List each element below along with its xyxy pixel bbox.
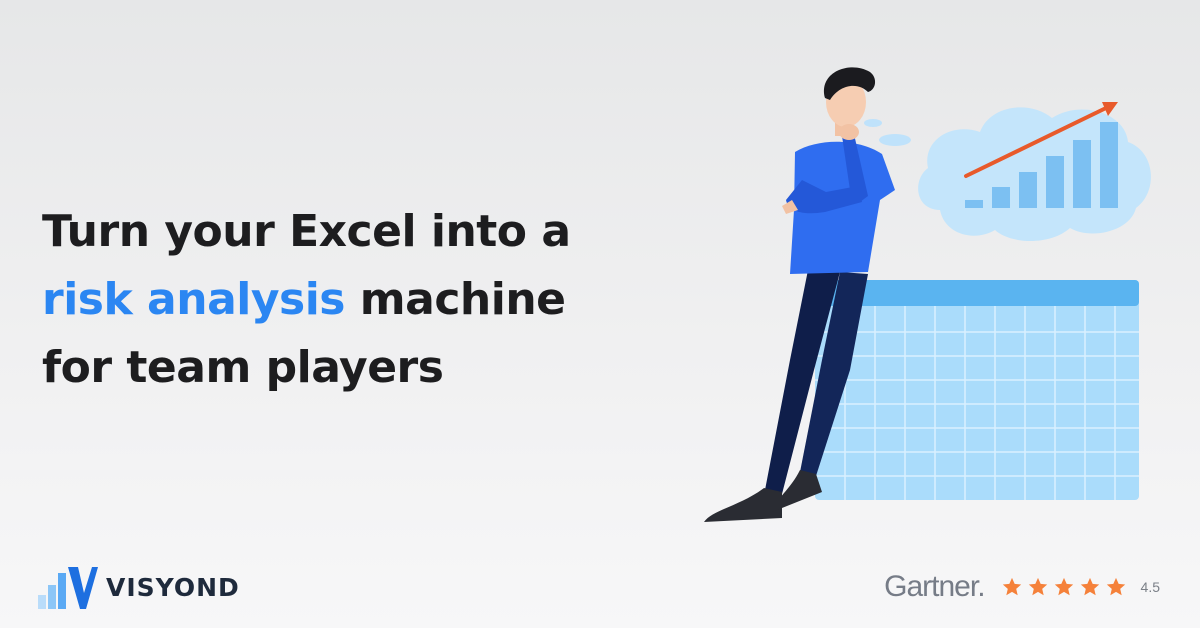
gartner-logo: Gartner. bbox=[884, 570, 985, 603]
headline-line-2-rest: machine bbox=[344, 274, 566, 325]
headline: Turn your Excel into a risk analysis mac… bbox=[42, 198, 682, 402]
rating-score: 4.5 bbox=[1140, 579, 1160, 595]
visyond-logo-icon bbox=[38, 567, 98, 609]
star-icon bbox=[1054, 577, 1073, 596]
brand: VISYOND bbox=[38, 565, 240, 609]
headline-accent: risk analysis bbox=[42, 274, 345, 325]
star-icon bbox=[1028, 577, 1047, 596]
star-rating bbox=[1001, 576, 1131, 598]
spreadsheet-table-icon bbox=[815, 280, 1139, 500]
brand-name: VISYOND bbox=[106, 572, 240, 602]
thinking-person-illustration bbox=[704, 67, 1151, 522]
star-icon bbox=[1002, 577, 1021, 596]
rating: Gartner. 4.5 bbox=[884, 570, 1160, 604]
star-icon bbox=[1080, 577, 1099, 596]
headline-line-1: Turn your Excel into a bbox=[42, 206, 571, 257]
headline-line-2: risk analysis machine bbox=[42, 266, 682, 334]
star-icon bbox=[1106, 577, 1125, 596]
headline-line-3: for team players bbox=[42, 342, 444, 393]
